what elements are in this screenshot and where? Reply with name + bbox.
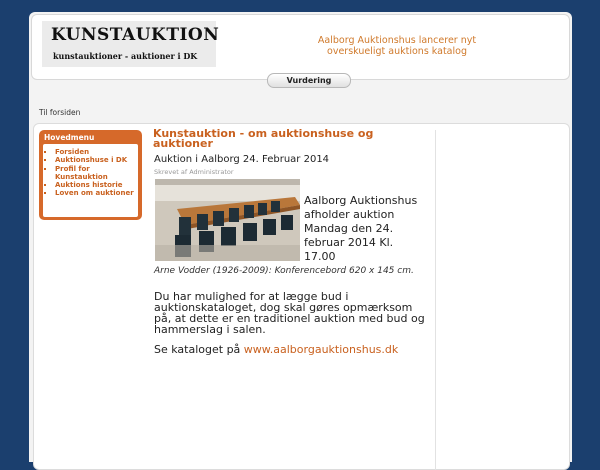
article-title[interactable]: Kunstauktion - om auktionshuse og auktio… [153,128,393,149]
column-divider [435,130,436,470]
catalog-link[interactable]: www.aalborgauktionshus.dk [244,343,398,356]
main-menu: Hovedmenu Forsiden Auktionshuse i DK Pro… [39,130,142,220]
logo-subtitle: kunstauktioner - auktioner i DK [53,51,198,61]
menu-item-profil[interactable]: Profil for Kunstauktion [55,165,138,182]
breadcrumb-home-link[interactable]: Til forsiden [39,108,80,117]
article-subtitle: Auktion i Aalborg 24. Februar 2014 [154,154,330,165]
menu-item-historie[interactable]: Auktions historie [55,181,138,189]
content-panel: Hovedmenu Forsiden Auktionshuse i DK Pro… [33,123,570,470]
header: KUNSTAUKTION kunstauktioner - auktioner … [31,14,570,80]
page: KUNSTAUKTION kunstauktioner - auktioner … [29,12,572,470]
article-body: Du har mulighed for at lægge bud i aukti… [154,290,425,336]
header-tagline[interactable]: Aalborg Auktionshus lancerer nyt oversku… [312,35,482,57]
catalog-prefix: Se kataloget på [154,343,241,356]
main-menu-title: Hovedmenu [44,133,95,142]
menu-item-auktionshuse[interactable]: Auktionshuse i DK [55,156,138,164]
menu-item-loven[interactable]: Loven om auktioner [55,189,138,197]
site-logo[interactable]: KUNSTAUKTION kunstauktioner - auktioner … [42,21,220,67]
main-menu-list: Forsiden Auktionshuse i DK Profil for Ku… [43,144,138,217]
catalog-line: Se kataloget på www.aalborgauktionshus.d… [154,343,398,356]
logo-title: KUNSTAUKTION [51,25,220,45]
nav-tab-vurdering[interactable]: Vurdering [267,73,351,88]
conference-table-photo [155,179,300,261]
article-byline: Skrevet af Administrator [154,168,234,176]
menu-item-forsiden[interactable]: Forsiden [55,148,138,156]
article-intro: Aalborg Auktionshus afholder auktion Man… [304,194,418,263]
photo-caption: Arne Vodder (1926-2009): Konferencebord … [154,266,414,276]
